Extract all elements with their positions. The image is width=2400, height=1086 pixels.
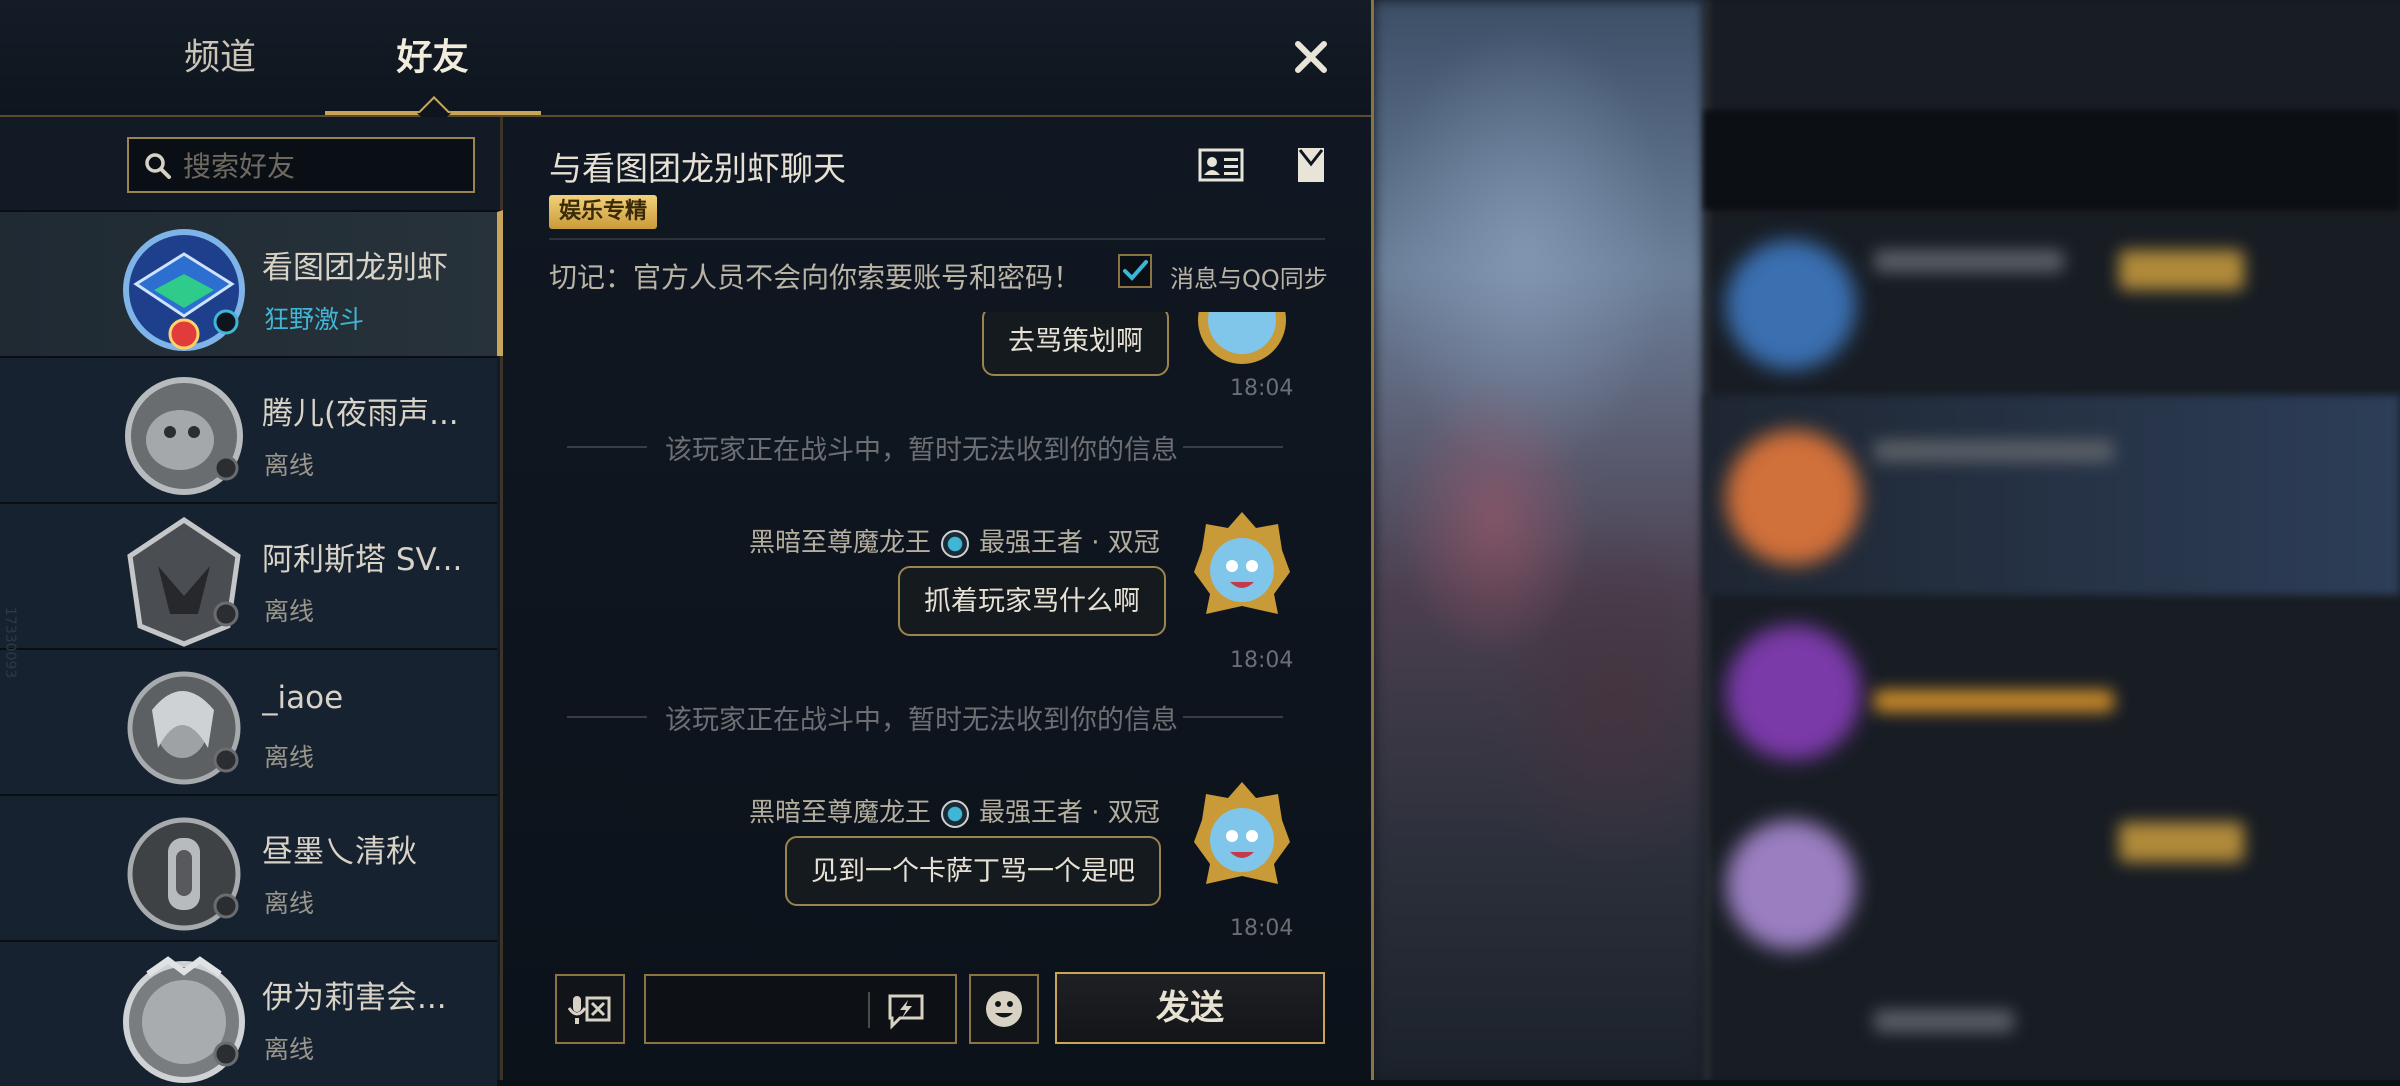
friend-name: 阿利斯塔 SV... (262, 542, 463, 578)
blurred-text (1874, 440, 2114, 462)
tab-friends[interactable]: 好友 (370, 30, 495, 86)
friend-status: 离线 (264, 451, 315, 480)
blurred-badge (2119, 250, 2244, 290)
social-panel: 频道 好友 看图团龙别虾 狂野激斗 (0, 0, 1374, 1086)
avatar (1198, 312, 1286, 364)
system-divider (1183, 716, 1283, 718)
blurred-icon-bar (1704, 110, 2400, 210)
friend-status: 离线 (264, 743, 315, 772)
tab-channel[interactable]: 频道 (165, 30, 275, 86)
search-input[interactable] (181, 139, 465, 193)
message-bubble: 去骂策划啊 (982, 312, 1169, 376)
message-list[interactable]: 去骂策划啊 18:04 该玩家正在战斗中，暂时无法收到你的信息 黑暗至尊魔龙王最… (549, 312, 1339, 936)
rank-icon (941, 529, 970, 558)
search-icon (145, 153, 171, 179)
friend-name: _iaoe (262, 680, 344, 716)
avatar (123, 956, 245, 1083)
message-bubble: 抓着玩家骂什么啊 (898, 566, 1166, 636)
blurred-avatar (1726, 625, 1861, 760)
chat-tag-badge: 娱乐专精 (549, 195, 658, 229)
friend-item[interactable]: 腾儿(夜雨声... 离线 (0, 356, 497, 502)
friend-status: 离线 (264, 1035, 315, 1064)
avatar (127, 516, 241, 647)
avatar (127, 671, 241, 785)
chat-title: 与看图团龙别虾聊天 (549, 149, 846, 188)
emoji-icon (986, 991, 1022, 1027)
message-input[interactable] (652, 982, 896, 1038)
voice-toggle-button[interactable] (555, 974, 625, 1044)
blurred-badge (2119, 822, 2244, 862)
message-time: 18:04 (1230, 916, 1294, 936)
blurred-text (1874, 1010, 2014, 1032)
message-time: 18:04 (1230, 376, 1294, 401)
avatar (1194, 782, 1290, 884)
friend-name: 伊为莉害会... (262, 980, 447, 1016)
sender-rank: 最强王者 · 双冠 (979, 798, 1160, 828)
friends-list: 看图团龙别虾 狂野激斗 腾儿(夜雨声... 离线 阿利斯塔 SV... 离线 (0, 117, 503, 1086)
mail-icon[interactable] (1296, 146, 1326, 184)
background-game-view (1374, 0, 2400, 1080)
rank-icon (941, 799, 970, 828)
friend-item[interactable]: 伊为莉害会... 离线 (0, 940, 497, 1086)
blurred-game-scene (1374, 0, 1704, 1080)
close-icon[interactable] (1288, 34, 1334, 80)
blurred-text (1874, 250, 2064, 272)
blurred-text (1874, 690, 2114, 712)
message-input-box (644, 974, 957, 1044)
security-warning: 切记：官方人员不会向你索要账号和密码！ (549, 261, 1082, 294)
system-divider (567, 716, 647, 718)
side-id-text: 17330093 (2, 607, 18, 679)
avatar (123, 229, 245, 351)
system-divider (567, 446, 647, 448)
friend-name: 昼墨乀清秋 (262, 834, 417, 870)
friend-item[interactable]: _iaoe 离线 (0, 648, 497, 794)
blurred-avatar (1726, 430, 1861, 565)
avatar (1194, 512, 1290, 614)
blurred-avatar (1726, 820, 1856, 950)
friend-item[interactable]: 昼墨乀清秋 离线 (0, 794, 497, 940)
blurred-avatar (1726, 240, 1856, 370)
quick-message-icon[interactable] (886, 990, 926, 1030)
friend-name: 腾儿(夜雨声... (262, 396, 459, 432)
profile-card-icon[interactable] (1198, 148, 1244, 182)
friend-status: 离线 (264, 597, 315, 626)
sender-name: 黑暗至尊魔龙王 (749, 798, 932, 828)
emoji-button[interactable] (969, 974, 1039, 1044)
system-divider (1183, 446, 1283, 448)
system-message: 该玩家正在战斗中，暂时无法收到你的信息 (665, 705, 1178, 736)
friend-status: 狂野激斗 (264, 305, 365, 334)
sender-name: 黑暗至尊魔龙王 (749, 528, 932, 558)
friend-status: 离线 (264, 889, 315, 918)
input-separator (868, 992, 870, 1028)
friend-item[interactable]: 看图团龙别虾 狂野激斗 (0, 210, 503, 356)
sender-rank: 最强王者 · 双冠 (979, 528, 1160, 558)
avatar (125, 377, 243, 495)
avatar (127, 817, 241, 931)
message-time: 18:04 (1230, 648, 1294, 673)
qq-sync-checkbox[interactable] (1118, 254, 1152, 288)
chat-header-divider (549, 238, 1325, 240)
voice-keyboard-icon (567, 996, 611, 1024)
check-icon (1123, 260, 1148, 281)
sender-info: 黑暗至尊魔龙王 最强王者 · 双冠 (749, 522, 1160, 559)
message-bubble: 见到一个卡萨丁骂一个是吧 (785, 836, 1161, 906)
search-box (127, 137, 475, 193)
panel-header: 频道 好友 (0, 0, 1371, 130)
system-message: 该玩家正在战斗中，暂时无法收到你的信息 (665, 435, 1178, 466)
friend-item[interactable]: 阿利斯塔 SV... 离线 (0, 502, 497, 648)
qq-sync-label: 消息与QQ同步 (1170, 265, 1328, 293)
send-button[interactable]: 发送 (1055, 972, 1325, 1044)
sender-info: 黑暗至尊魔龙王 最强王者 · 双冠 (749, 792, 1160, 829)
friend-name: 看图团龙别虾 (262, 250, 448, 286)
